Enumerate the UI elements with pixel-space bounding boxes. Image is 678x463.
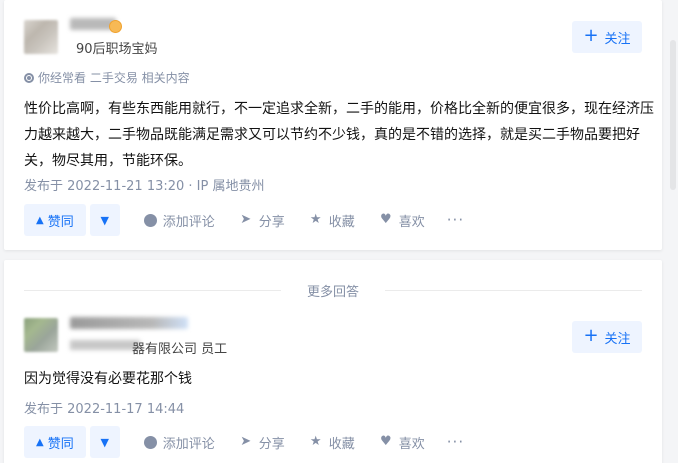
eye-icon [24, 72, 34, 83]
heart-icon: ♥ [379, 212, 392, 227]
action-bar: ▲ 赞同 ▼ 添加评论 ➤ 分享 ★ 收藏 ♥ 喜欢 ··· [24, 426, 464, 458]
author-headline: 器有限公司 员工 [132, 342, 228, 357]
divider-line [385, 289, 643, 291]
like-label: 喜欢 [398, 214, 425, 230]
favorite-button[interactable]: ★ 收藏 [309, 211, 355, 230]
favorite-label: 收藏 [328, 436, 355, 452]
upvote-button[interactable]: ▲ 赞同 [24, 426, 86, 458]
heart-icon: ♥ [379, 434, 392, 449]
more-button[interactable]: ··· [447, 211, 464, 229]
plus-icon: + [583, 25, 599, 46]
plus-icon: + [583, 325, 599, 346]
upvote-label: 赞同 [47, 436, 74, 452]
answer-content: 因为觉得没有必要花那个钱 [24, 371, 192, 387]
share-icon: ➤ [240, 434, 252, 449]
author-name-redacted[interactable] [70, 317, 188, 329]
more-button[interactable]: ··· [447, 433, 464, 451]
star-icon: ★ [309, 434, 322, 449]
share-button[interactable]: ➤ 分享 [239, 211, 285, 230]
share-icon: ➤ [240, 212, 252, 227]
comment-icon [143, 213, 157, 227]
answer-content: 性价比高啊，有些东西能用就行，不一定追求全新，二手的能用，价格比全新的便宜很多，… [24, 101, 654, 169]
triangle-down-icon: ▼ [100, 435, 109, 449]
share-label: 分享 [258, 436, 285, 452]
comment-button[interactable]: 添加评论 [143, 433, 215, 452]
avatar[interactable] [24, 20, 58, 54]
avatar[interactable] [24, 318, 58, 352]
more-answers-divider: 更多回答 [4, 280, 662, 300]
scrollbar[interactable] [668, 0, 678, 463]
share-button[interactable]: ➤ 分享 [239, 433, 285, 452]
author-headline-redacted [70, 340, 140, 350]
recommend-reason: 你经常看 二手交易 相关内容 [24, 69, 190, 86]
favorite-label: 收藏 [328, 214, 355, 230]
like-button[interactable]: ♥ 喜欢 [379, 433, 425, 452]
comment-label: 添加评论 [162, 436, 215, 452]
author-headline: 90后职场宝妈 [76, 42, 158, 57]
like-button[interactable]: ♥ 喜欢 [379, 211, 425, 230]
like-label: 喜欢 [398, 436, 425, 452]
follow-button[interactable]: + 关注 [572, 321, 642, 353]
upvote-button[interactable]: ▲ 赞同 [24, 204, 86, 236]
scrollbar-thumb[interactable] [670, 40, 676, 190]
downvote-button[interactable]: ▼ [89, 426, 120, 458]
recommend-reason-text: 你经常看 二手交易 相关内容 [38, 71, 190, 85]
share-label: 分享 [258, 214, 285, 230]
follow-button[interactable]: + 关注 [572, 21, 642, 53]
answer-card: 更多回答 器有限公司 员工 + 关注 因为觉得没有必要花那个钱 发布于 2022… [4, 260, 662, 463]
answer-card: 90后职场宝妈 + 关注 你经常看 二手交易 相关内容 性价比高啊，有些东西能用… [4, 0, 662, 250]
divider-line [24, 289, 281, 291]
action-bar: ▲ 赞同 ▼ 添加评论 ➤ 分享 ★ 收藏 ♥ 喜欢 ··· [24, 204, 464, 236]
triangle-up-icon: ▲ [36, 436, 44, 448]
follow-label: 关注 [604, 31, 631, 47]
triangle-up-icon: ▲ [36, 214, 44, 226]
star-icon: ★ [309, 212, 322, 227]
comment-icon [143, 435, 157, 449]
publish-time[interactable]: 发布于 2022-11-17 14:44 [24, 398, 184, 417]
badge-icon [109, 20, 122, 33]
comment-label: 添加评论 [162, 214, 215, 230]
follow-label: 关注 [604, 331, 631, 347]
comment-button[interactable]: 添加评论 [143, 211, 215, 230]
upvote-label: 赞同 [47, 214, 74, 230]
favorite-button[interactable]: ★ 收藏 [309, 433, 355, 452]
triangle-down-icon: ▼ [100, 213, 109, 227]
publish-time[interactable]: 发布于 2022-11-21 13:20 · IP 属地贵州 [24, 175, 264, 194]
more-answers-label: 更多回答 [307, 284, 360, 300]
downvote-button[interactable]: ▼ [89, 204, 120, 236]
